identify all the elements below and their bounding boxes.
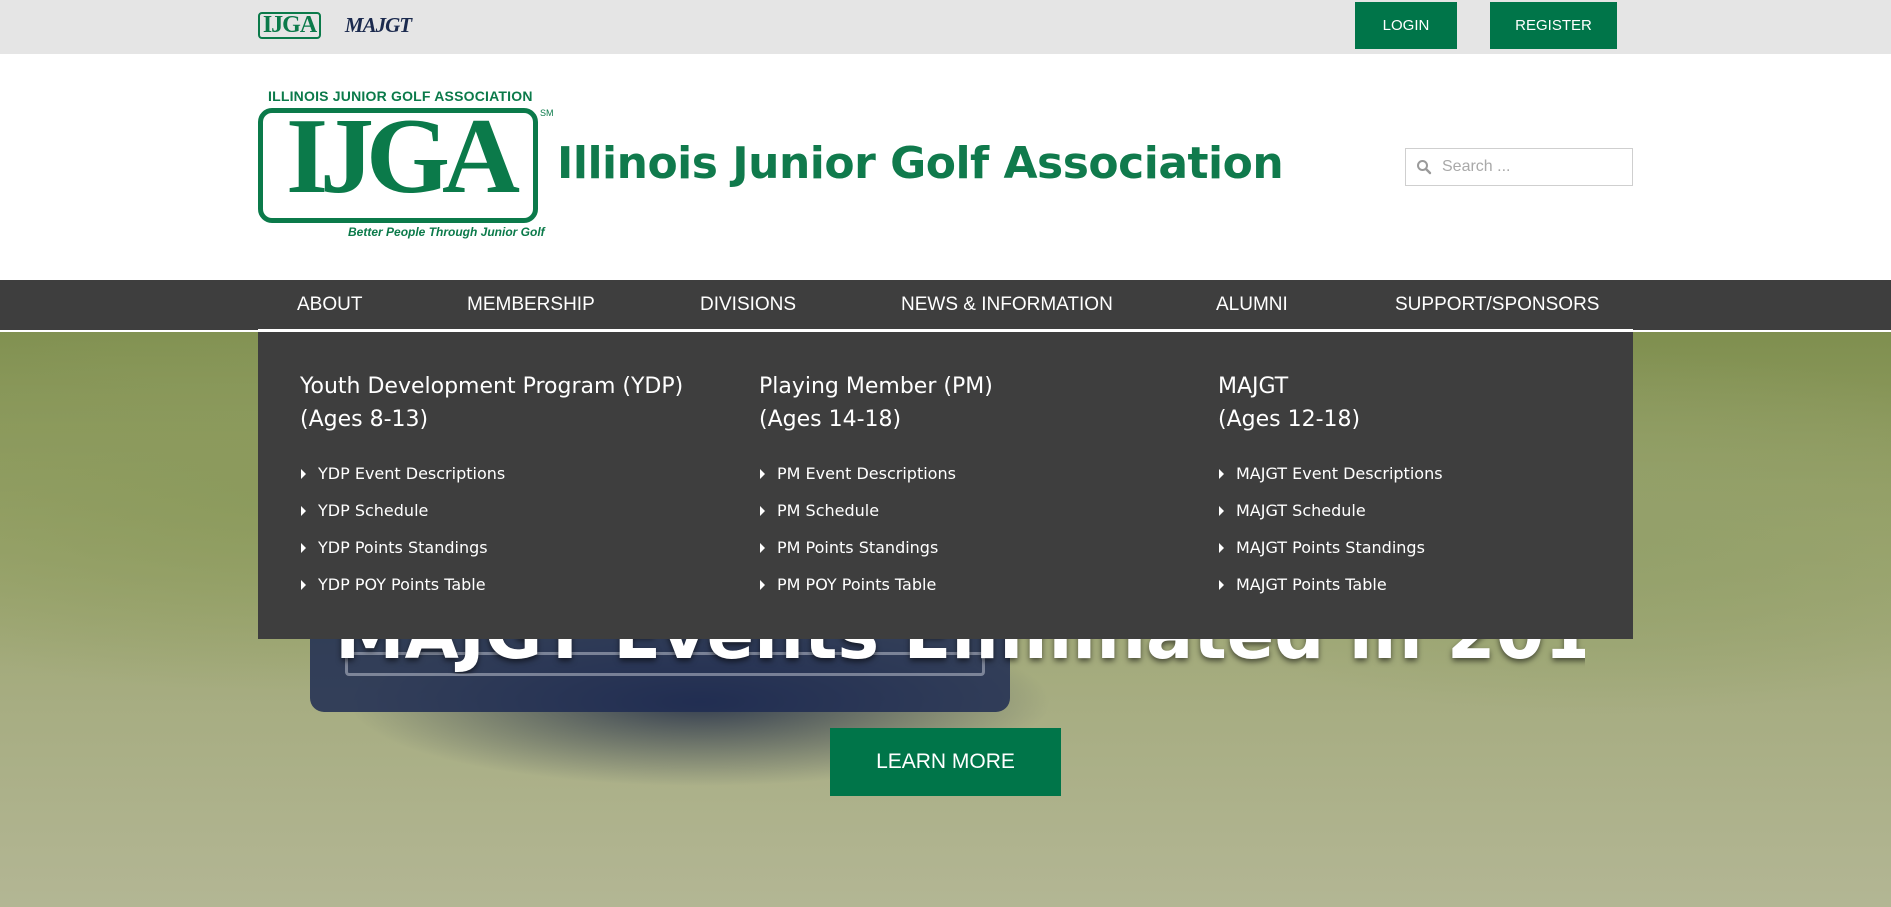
mega-list-ydp: YDP Event Descriptions YDP Schedule YDP … [300, 464, 720, 612]
nav-item-alumni[interactable]: ALUMNI [1216, 280, 1288, 330]
mega-link-pm-schedule[interactable]: PM Schedule [759, 501, 1179, 538]
caret-right-icon [760, 543, 765, 553]
main-nav: ABOUT MEMBERSHIP DIVISIONS NEWS & INFORM… [0, 280, 1891, 330]
top-utility-bar: IJGA MAJGT LOGIN REGISTER [0, 0, 1891, 54]
caret-right-icon [760, 580, 765, 590]
search-input[interactable] [1442, 150, 1627, 184]
mega-column-pm: Playing Member (PM) (Ages 14-18) PM Even… [759, 370, 1179, 612]
mega-link-majgt-points-table[interactable]: MAJGT Points Table [1218, 575, 1638, 612]
mega-list-majgt: MAJGT Event Descriptions MAJGT Schedule … [1218, 464, 1638, 612]
mega-column-majgt: MAJGT (Ages 12-18) MAJGT Event Descripti… [1218, 370, 1638, 612]
mega-link-pm-points-standings[interactable]: PM Points Standings [759, 538, 1179, 575]
mega-link-majgt-event-descriptions[interactable]: MAJGT Event Descriptions [1218, 464, 1638, 501]
caret-right-icon [1219, 543, 1224, 553]
login-button[interactable]: LOGIN [1355, 2, 1457, 49]
mega-link-label: PM POY Points Table [777, 575, 937, 594]
mega-list-pm: PM Event Descriptions PM Schedule PM Poi… [759, 464, 1179, 612]
ijga-mini-logo[interactable]: IJGA [258, 12, 321, 39]
logo-letters: IJGA [285, 97, 520, 216]
nav-item-divisions[interactable]: DIVISIONS [700, 280, 796, 330]
nav-item-news-information[interactable]: NEWS & INFORMATION [901, 280, 1113, 330]
mega-link-ydp-points-standings[interactable]: YDP Points Standings [300, 538, 720, 575]
mega-link-label: YDP Schedule [318, 501, 429, 520]
mega-heading-ydp[interactable]: Youth Development Program (YDP) (Ages 8-… [300, 370, 720, 436]
mega-heading-ages: (Ages 12-18) [1218, 407, 1361, 432]
logo-service-mark: SM [540, 108, 554, 118]
mega-link-ydp-poy-points-table[interactable]: YDP POY Points Table [300, 575, 720, 612]
mega-link-label: YDP Points Standings [318, 538, 488, 557]
mega-link-ydp-event-descriptions[interactable]: YDP Event Descriptions [300, 464, 720, 501]
site-title[interactable]: Illinois Junior Golf Association [557, 138, 1284, 189]
majgt-mini-logo[interactable]: MAJGT [345, 12, 412, 39]
nav-item-support-sponsors[interactable]: SUPPORT/SPONSORS [1395, 280, 1599, 330]
mega-heading-title: Youth Development Program (YDP) [300, 374, 684, 399]
divisions-mega-menu: Youth Development Program (YDP) (Ages 8-… [258, 332, 1633, 639]
search-icon [1406, 149, 1442, 185]
caret-right-icon [1219, 580, 1224, 590]
caret-right-icon [301, 469, 306, 479]
mega-link-majgt-schedule[interactable]: MAJGT Schedule [1218, 501, 1638, 538]
mega-link-label: YDP POY Points Table [318, 575, 486, 594]
ijga-logo[interactable]: ILLINOIS JUNIOR GOLF ASSOCIATION IJGA SM… [258, 88, 556, 248]
caret-right-icon [301, 580, 306, 590]
mega-link-label: YDP Event Descriptions [318, 464, 506, 483]
mega-heading-pm[interactable]: Playing Member (PM) (Ages 14-18) [759, 370, 1179, 436]
main-nav-inner: ABOUT MEMBERSHIP DIVISIONS NEWS & INFORM… [258, 280, 1633, 330]
mega-heading-title: Playing Member (PM) [759, 374, 993, 399]
mega-link-label: MAJGT Points Standings [1236, 538, 1425, 557]
mega-heading-majgt[interactable]: MAJGT (Ages 12-18) [1218, 370, 1638, 436]
mega-link-label: PM Schedule [777, 501, 880, 520]
mega-heading-ages: (Ages 14-18) [759, 407, 902, 432]
mega-link-pm-event-descriptions[interactable]: PM Event Descriptions [759, 464, 1179, 501]
mega-link-label: MAJGT Schedule [1236, 501, 1366, 520]
nav-item-membership[interactable]: MEMBERSHIP [467, 280, 595, 330]
search-box[interactable] [1405, 148, 1633, 186]
caret-right-icon [301, 543, 306, 553]
learn-more-button[interactable]: LEARN MORE [830, 728, 1061, 796]
caret-right-icon [1219, 469, 1224, 479]
caret-right-icon [1219, 506, 1224, 516]
logo-tagline: Better People Through Junior Golf [348, 225, 545, 239]
mega-column-ydp: Youth Development Program (YDP) (Ages 8-… [300, 370, 720, 612]
mega-link-ydp-schedule[interactable]: YDP Schedule [300, 501, 720, 538]
register-button[interactable]: REGISTER [1490, 2, 1617, 49]
site-header: ILLINOIS JUNIOR GOLF ASSOCIATION IJGA SM… [0, 54, 1891, 280]
mega-link-label: MAJGT Event Descriptions [1236, 464, 1443, 483]
mega-link-label: PM Points Standings [777, 538, 939, 557]
caret-right-icon [760, 506, 765, 516]
mega-heading-title: MAJGT [1218, 374, 1289, 399]
mega-link-majgt-points-standings[interactable]: MAJGT Points Standings [1218, 538, 1638, 575]
mega-link-label: MAJGT Points Table [1236, 575, 1387, 594]
caret-right-icon [301, 506, 306, 516]
mega-link-label: PM Event Descriptions [777, 464, 956, 483]
mega-link-pm-poy-points-table[interactable]: PM POY Points Table [759, 575, 1179, 612]
caret-right-icon [760, 469, 765, 479]
nav-item-about[interactable]: ABOUT [297, 280, 362, 330]
mega-heading-ages: (Ages 8-13) [300, 407, 429, 432]
